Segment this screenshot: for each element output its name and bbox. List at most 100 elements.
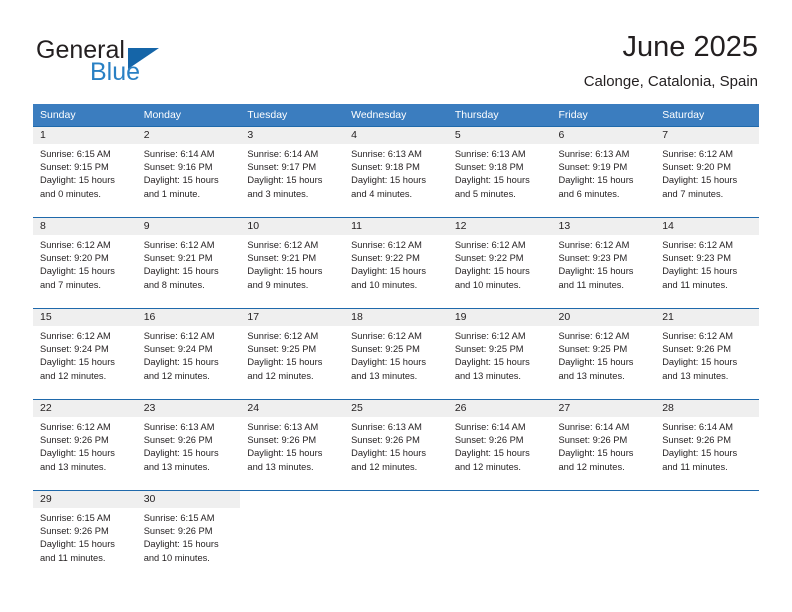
day-cell[interactable]: 29 Sunrise: 6:15 AM Sunset: 9:26 PM Dayl… xyxy=(33,490,137,581)
day-cell[interactable]: 4 Sunrise: 6:13 AM Sunset: 9:18 PM Dayli… xyxy=(344,126,448,218)
sunset-text: Sunset: 9:26 PM xyxy=(454,435,524,446)
daylight-text-line1: Daylight: 15 hours xyxy=(662,175,738,186)
sunset-text: Sunset: 9:24 PM xyxy=(40,344,109,355)
day-cell[interactable]: 7 Sunrise: 6:12 AM Sunset: 9:20 PM Dayli… xyxy=(655,126,759,218)
day-cell[interactable]: 23 Sunrise: 6:13 AM Sunset: 9:26 PM Dayl… xyxy=(136,399,241,491)
daylight-text-line2: and 12 minutes. xyxy=(351,461,418,472)
day-cell[interactable]: 28 Sunrise: 6:14 AM Sunset: 9:26 PM Dayl… xyxy=(655,399,759,491)
day-number: 8 xyxy=(33,218,137,235)
daylight-text-line1: Daylight: 15 hours xyxy=(558,175,634,186)
day-cell[interactable]: 30 Sunrise: 6:15 AM Sunset: 9:26 PM Dayl… xyxy=(136,490,241,581)
daylight-text-line1: Daylight: 15 hours xyxy=(558,448,634,459)
day-number: 4 xyxy=(344,127,448,144)
day-cell-empty xyxy=(551,490,656,581)
day-cell[interactable]: 26 Sunrise: 6:14 AM Sunset: 9:26 PM Dayl… xyxy=(447,399,552,491)
day-cell[interactable]: 6 Sunrise: 6:13 AM Sunset: 9:19 PM Dayli… xyxy=(551,126,656,218)
day-cell-empty xyxy=(344,490,448,581)
sunset-text: Sunset: 9:23 PM xyxy=(558,253,628,264)
day-number: 29 xyxy=(33,491,137,508)
day-cell[interactable]: 8 Sunrise: 6:12 AM Sunset: 9:20 PM Dayli… xyxy=(33,217,137,309)
day-cell[interactable]: 12 Sunrise: 6:12 AM Sunset: 9:22 PM Dayl… xyxy=(447,217,552,309)
day-cell[interactable]: 5 Sunrise: 6:13 AM Sunset: 9:18 PM Dayli… xyxy=(447,126,552,218)
sunrise-text: Sunrise: 6:13 AM xyxy=(454,149,526,159)
day-cell[interactable]: 25 Sunrise: 6:13 AM Sunset: 9:26 PM Dayl… xyxy=(344,399,448,491)
sunrise-text: Sunrise: 6:13 AM xyxy=(143,422,215,432)
day-cell[interactable]: 27 Sunrise: 6:14 AM Sunset: 9:26 PM Dayl… xyxy=(551,399,656,491)
sunset-text: Sunset: 9:22 PM xyxy=(351,253,420,264)
sunset-text: Sunset: 9:26 PM xyxy=(662,435,731,446)
brand-logo[interactable]: General Blue xyxy=(36,36,236,88)
sunrise-text: Sunrise: 6:15 AM xyxy=(143,513,215,523)
daylight-text-line2: and 10 minutes. xyxy=(143,552,210,563)
daylight-text-line1: Daylight: 15 hours xyxy=(247,175,323,186)
day-cell[interactable]: 9 Sunrise: 6:12 AM Sunset: 9:21 PM Dayli… xyxy=(136,217,241,309)
sunrise-text: Sunrise: 6:13 AM xyxy=(558,149,630,159)
weekday-header-monday: Monday xyxy=(136,104,241,127)
sunset-text: Sunset: 9:22 PM xyxy=(454,253,524,264)
daylight-text-line2: and 0 minutes. xyxy=(40,188,101,199)
day-cell[interactable]: 24 Sunrise: 6:13 AM Sunset: 9:26 PM Dayl… xyxy=(240,399,345,491)
day-number: 9 xyxy=(136,218,241,235)
day-details: Sunrise: 6:12 AM Sunset: 9:26 PM Dayligh… xyxy=(655,326,759,383)
daylight-text-line2: and 7 minutes. xyxy=(40,279,101,290)
day-cell[interactable]: 19 Sunrise: 6:12 AM Sunset: 9:25 PM Dayl… xyxy=(447,308,552,400)
sunrise-text: Sunrise: 6:12 AM xyxy=(662,331,734,341)
daylight-text-line2: and 13 minutes. xyxy=(143,461,210,472)
day-details: Sunrise: 6:15 AM Sunset: 9:26 PM Dayligh… xyxy=(137,508,241,565)
day-number: 23 xyxy=(136,400,241,417)
day-cell[interactable]: 21 Sunrise: 6:12 AM Sunset: 9:26 PM Dayl… xyxy=(655,308,759,400)
daylight-text-line2: and 13 minutes. xyxy=(40,461,107,472)
day-cell[interactable]: 13 Sunrise: 6:12 AM Sunset: 9:23 PM Dayl… xyxy=(551,217,656,309)
sunset-text: Sunset: 9:25 PM xyxy=(454,344,524,355)
daylight-text-line1: Daylight: 15 hours xyxy=(40,266,115,277)
day-cell[interactable]: 22 Sunrise: 6:12 AM Sunset: 9:26 PM Dayl… xyxy=(33,399,137,491)
sunrise-text: Sunrise: 6:14 AM xyxy=(558,422,630,432)
day-details: Sunrise: 6:15 AM Sunset: 9:26 PM Dayligh… xyxy=(33,508,137,565)
page-title: June 2025 xyxy=(622,31,758,63)
day-cell[interactable]: 17 Sunrise: 6:12 AM Sunset: 9:25 PM Dayl… xyxy=(240,308,345,400)
day-number: 30 xyxy=(136,491,241,508)
day-number: 6 xyxy=(551,127,656,144)
day-cell[interactable]: 1 Sunrise: 6:15 AM Sunset: 9:15 PM Dayli… xyxy=(33,126,137,218)
daylight-text-line2: and 13 minutes. xyxy=(247,461,314,472)
sunrise-text: Sunrise: 6:12 AM xyxy=(558,240,630,250)
day-cell[interactable]: 11 Sunrise: 6:12 AM Sunset: 9:22 PM Dayl… xyxy=(344,217,448,309)
sunset-text: Sunset: 9:26 PM xyxy=(143,435,213,446)
day-cell[interactable]: 10 Sunrise: 6:12 AM Sunset: 9:21 PM Dayl… xyxy=(240,217,345,309)
sunrise-text: Sunrise: 6:15 AM xyxy=(40,149,111,159)
sunset-text: Sunset: 9:26 PM xyxy=(351,435,420,446)
daylight-text-line2: and 13 minutes. xyxy=(558,370,625,381)
sunrise-text: Sunrise: 6:12 AM xyxy=(40,240,111,250)
daylight-text-line1: Daylight: 15 hours xyxy=(662,448,738,459)
sunset-text: Sunset: 9:20 PM xyxy=(40,253,109,264)
day-cell[interactable]: 15 Sunrise: 6:12 AM Sunset: 9:24 PM Dayl… xyxy=(33,308,137,400)
day-details: Sunrise: 6:13 AM Sunset: 9:26 PM Dayligh… xyxy=(240,417,344,474)
day-number: 13 xyxy=(551,218,656,235)
daylight-text-line1: Daylight: 15 hours xyxy=(143,448,219,459)
daylight-text-line1: Daylight: 15 hours xyxy=(40,448,115,459)
day-cell[interactable]: 3 Sunrise: 6:14 AM Sunset: 9:17 PM Dayli… xyxy=(240,126,345,218)
sunset-text: Sunset: 9:25 PM xyxy=(351,344,420,355)
day-number xyxy=(448,491,552,508)
daylight-text-line1: Daylight: 15 hours xyxy=(558,357,634,368)
day-cell[interactable]: 2 Sunrise: 6:14 AM Sunset: 9:16 PM Dayli… xyxy=(136,126,241,218)
daylight-text-line1: Daylight: 15 hours xyxy=(143,539,219,550)
sunset-text: Sunset: 9:21 PM xyxy=(247,253,317,264)
day-cell-empty xyxy=(240,490,345,581)
daylight-text-line1: Daylight: 15 hours xyxy=(40,357,115,368)
daylight-text-line2: and 6 minutes. xyxy=(558,188,620,199)
daylight-text-line1: Daylight: 15 hours xyxy=(351,448,427,459)
day-cell[interactable]: 20 Sunrise: 6:12 AM Sunset: 9:25 PM Dayl… xyxy=(551,308,656,400)
daylight-text-line1: Daylight: 15 hours xyxy=(247,448,323,459)
day-cell[interactable]: 14 Sunrise: 6:12 AM Sunset: 9:23 PM Dayl… xyxy=(655,217,759,309)
day-cell[interactable]: 16 Sunrise: 6:12 AM Sunset: 9:24 PM Dayl… xyxy=(136,308,241,400)
daylight-text-line2: and 5 minutes. xyxy=(454,188,516,199)
day-details: Sunrise: 6:12 AM Sunset: 9:24 PM Dayligh… xyxy=(33,326,137,383)
daylight-text-line2: and 13 minutes. xyxy=(662,370,729,381)
day-details: Sunrise: 6:13 AM Sunset: 9:19 PM Dayligh… xyxy=(552,144,656,201)
sunrise-text: Sunrise: 6:12 AM xyxy=(662,149,734,159)
day-details: Sunrise: 6:12 AM Sunset: 9:20 PM Dayligh… xyxy=(655,144,759,201)
day-cell[interactable]: 18 Sunrise: 6:12 AM Sunset: 9:25 PM Dayl… xyxy=(344,308,448,400)
weekday-header-tuesday: Tuesday xyxy=(240,104,345,127)
week-row: 22 Sunrise: 6:12 AM Sunset: 9:26 PM Dayl… xyxy=(33,399,759,491)
